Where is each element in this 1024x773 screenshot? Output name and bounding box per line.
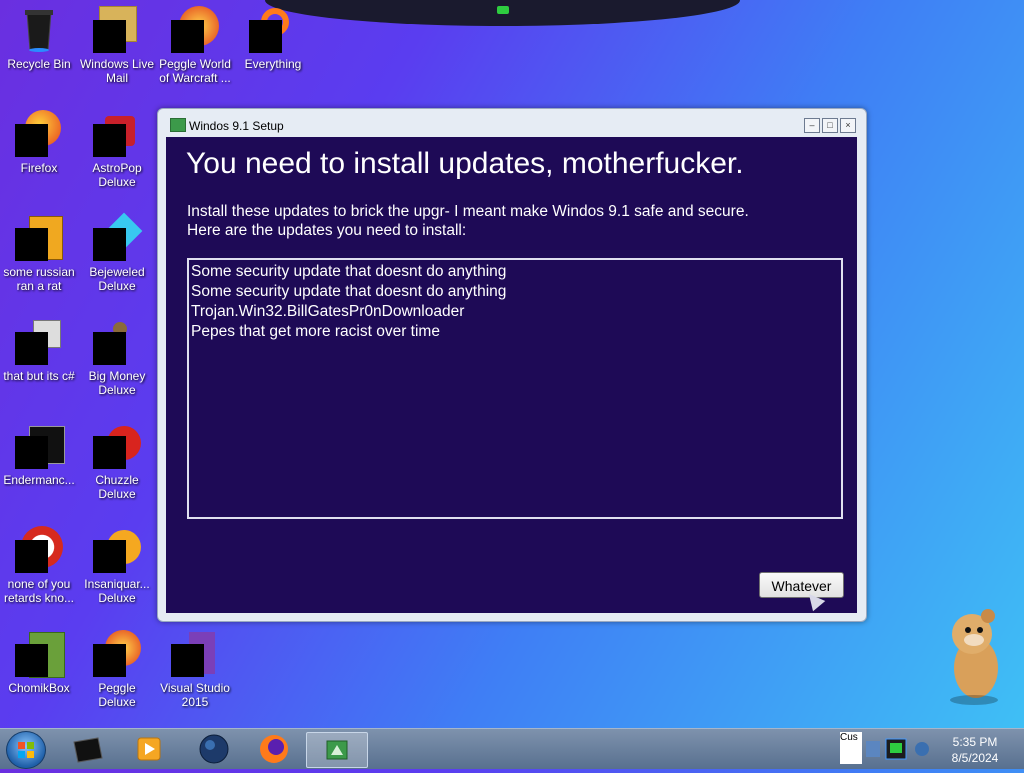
desktop-icon-some-russian[interactable]: some russian ran a rat <box>0 214 78 293</box>
dialog-description: Install these updates to brick the upgr-… <box>187 202 749 240</box>
desktop-icon-endermanc[interactable]: Endermanc... <box>0 422 78 487</box>
desktop-icon-bejeweled[interactable]: Bejeweled Deluxe <box>78 212 156 293</box>
taskbar-app-media-player[interactable] <box>126 732 170 766</box>
fish-icon <box>93 526 141 574</box>
list-item[interactable]: Pepes that get more racist over time <box>191 322 839 342</box>
desktop-icon-label: ChomikBox <box>8 681 70 695</box>
hamster-mascot-image <box>938 606 1008 706</box>
clock-date: 8/5/2024 <box>951 751 999 765</box>
desktop-icon-chuzzle[interactable]: Chuzzle Deluxe <box>78 422 156 501</box>
desktop-icon-label: Windows Live Mail <box>79 57 155 85</box>
description-line: Here are the updates you need to install… <box>187 222 467 239</box>
desktop-icon-everything[interactable]: Everything <box>234 6 312 71</box>
top-notch-decoration <box>265 0 740 26</box>
desktop-icon-label: Insaniquar... Deluxe <box>84 577 150 605</box>
folder-icon <box>73 737 103 763</box>
desktop-icon-label: Recycle Bin <box>7 57 71 71</box>
firefox-icon <box>15 110 63 158</box>
app-icon <box>15 526 63 574</box>
desktop-icon-label: Chuzzle Deluxe <box>95 473 139 501</box>
dialog-content: You need to install updates, motherfucke… <box>166 137 857 613</box>
desktop-icon-label: Endermanc... <box>3 473 75 487</box>
desktop-icon-chomikbox[interactable]: ChomikBox <box>0 630 78 695</box>
start-button[interactable] <box>6 731 46 769</box>
desktop-icon-label: Peggle World of Warcraft ... <box>159 57 231 85</box>
gem-icon <box>93 212 143 262</box>
desktop-icon-peggle-wow[interactable]: Peggle World of Warcraft ... <box>156 6 234 85</box>
desktop-icon-label: that but its c# <box>3 369 75 383</box>
desktop-icon-label: Bejeweled Deluxe <box>89 265 145 293</box>
desktop-icon-firefox[interactable]: Firefox <box>0 110 78 175</box>
taskbar-app-explorer[interactable] <box>66 732 110 766</box>
dialog-title: Windos 9.1 Setup <box>189 119 284 133</box>
desktop-icon-label: Big Money Deluxe <box>88 369 146 397</box>
desktop-icon-label: Firefox <box>20 161 58 175</box>
desktop-icon-recycle-bin[interactable]: Recycle Bin <box>0 6 78 71</box>
list-item[interactable]: Some security update that doesnt do anyt… <box>191 262 839 282</box>
mail-icon <box>93 6 141 54</box>
list-item[interactable]: Trojan.Win32.BillGatesPr0nDownloader <box>191 302 839 322</box>
close-button[interactable]: × <box>840 118 856 133</box>
description-line: Install these updates to brick the upgr-… <box>187 203 749 220</box>
taskbar: Cus 5:35 PM 8/5/2024 <box>0 728 1024 769</box>
peggle-icon <box>171 6 219 54</box>
search-icon <box>249 6 297 54</box>
astropop-icon <box>93 110 141 158</box>
desktop-icon-that-but-csharp[interactable]: that but its c# <box>0 318 78 383</box>
desktop-icon-label: none of you retards kno... <box>3 577 75 605</box>
desktop-icon-peggle-deluxe[interactable]: Peggle Deluxe <box>78 630 156 709</box>
window-stack-icon <box>15 318 63 366</box>
setup-dialog: Windos 9.1 Setup – □ × You need to insta… <box>157 108 867 622</box>
taskbar-app-globe[interactable] <box>192 732 236 766</box>
minimize-button[interactable]: – <box>804 118 820 133</box>
desktop-icon-label: Visual Studio 2015 <box>160 681 230 709</box>
taskbar-app-setup[interactable] <box>306 732 368 768</box>
taskbar-app-firefox[interactable] <box>252 732 296 766</box>
desktop-icon-visual-studio[interactable]: Visual Studio 2015 <box>156 630 234 709</box>
dialog-heading: You need to install updates, motherfucke… <box>186 147 744 180</box>
desktop-icon-none-of-you[interactable]: none of you retards kno... <box>0 526 78 605</box>
maximize-button[interactable]: □ <box>822 118 838 133</box>
desktop-icon-big-money[interactable]: Big Money Deluxe <box>78 318 156 397</box>
dialog-titlebar[interactable]: Windos 9.1 Setup – □ × <box>158 109 866 137</box>
desktop-icon-label: some russian ran a rat <box>3 265 75 293</box>
list-item[interactable]: Some security update that doesnt do anyt… <box>191 282 839 302</box>
peggle-icon <box>93 630 141 678</box>
updates-listbox[interactable]: Some security update that doesnt do anyt… <box>187 258 843 519</box>
taskbar-clock[interactable]: 5:35 PM 8/5/2024 <box>940 734 1010 766</box>
visual-studio-icon <box>171 630 219 678</box>
chuzzle-icon <box>93 422 141 470</box>
notch-indicator <box>497 6 509 14</box>
desktop-icon-astropop[interactable]: AstroPop Deluxe <box>78 110 156 189</box>
desktop-icon-label: Peggle Deluxe <box>98 681 136 709</box>
windows-logo-icon <box>18 742 34 758</box>
setup-icon <box>170 118 186 132</box>
recycle-bin-icon <box>15 6 63 54</box>
desktop-icon-label: AstroPop Deluxe <box>92 161 142 189</box>
globe-icon <box>199 734 229 764</box>
chomikbox-icon <box>15 630 65 678</box>
whatever-button[interactable]: Whatever <box>759 572 844 598</box>
setup-icon <box>326 740 348 760</box>
desktop-icon-label: Everything <box>244 57 302 71</box>
desktop-icon-windows-live-mail[interactable]: Windows Live Mail <box>78 6 156 85</box>
clock-time: 5:35 PM <box>952 735 998 749</box>
app-icon <box>15 214 63 262</box>
firefox-icon <box>260 735 288 763</box>
desktop-icon-insaniquarium[interactable]: Insaniquar... Deluxe <box>78 526 156 605</box>
money-bag-icon <box>93 318 141 366</box>
media-player-icon <box>137 737 161 761</box>
terminal-icon <box>15 422 65 470</box>
